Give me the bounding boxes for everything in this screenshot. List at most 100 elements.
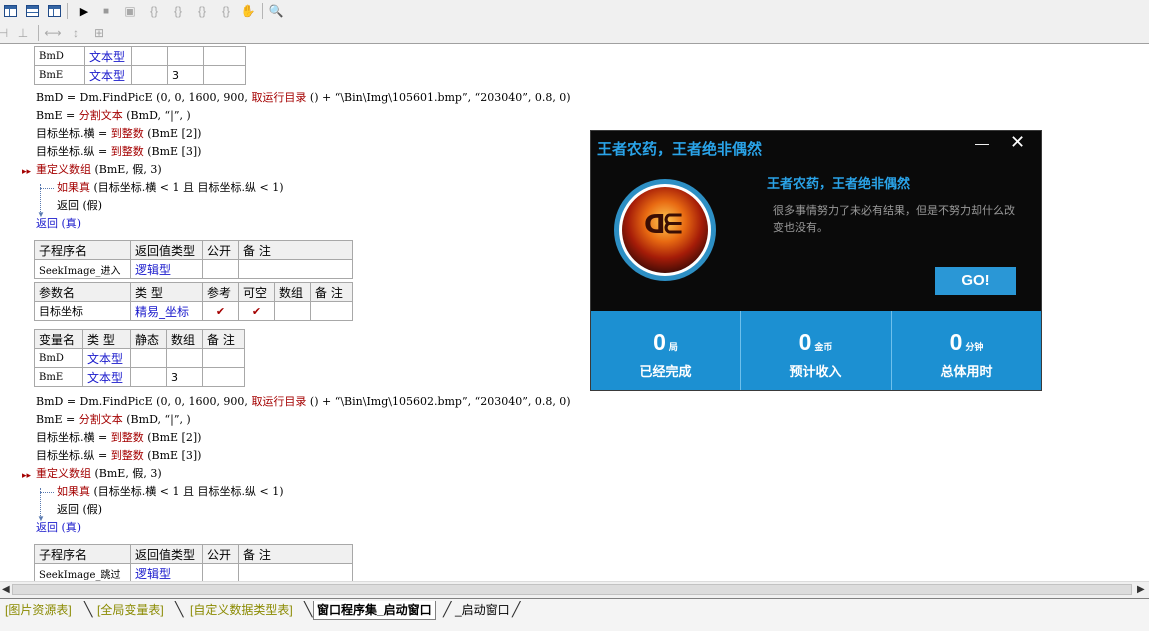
- run-icon[interactable]: ▶: [75, 2, 93, 20]
- align-center-icon[interactable]: ⊥: [14, 24, 32, 42]
- table-header-row: 变量名 类 型 静态 数组 备 注: [34, 329, 245, 349]
- same-size-icon[interactable]: ⊞: [90, 24, 108, 42]
- stat-value: 0: [653, 329, 666, 355]
- code-line[interactable]: 重定义数组 (BmE, 假, 3): [36, 163, 162, 177]
- header-cell: 参考: [202, 282, 239, 302]
- window-layout-icon-1[interactable]: [1, 2, 19, 20]
- window-heading: 王者农药，王者绝非偶然: [767, 176, 911, 191]
- compile-icon[interactable]: ▣: [121, 2, 139, 20]
- close-button[interactable]: ✕: [1010, 132, 1025, 153]
- code-line[interactable]: BmE = 分割文本 (BmD, “|”, ): [36, 413, 191, 427]
- header-cell: 公开: [202, 240, 239, 260]
- code-line[interactable]: 返回 (假): [57, 199, 102, 213]
- app-window: 王者农药，王者绝非偶然 — ✕ 王者农药，王者绝非偶然 很多事情努力了未必有结果…: [590, 130, 1042, 391]
- var-array-cell: [167, 46, 204, 66]
- avatar: [614, 179, 716, 281]
- header-cell: 静态: [130, 329, 167, 349]
- tab-startup-window[interactable]: _启动窗口: [452, 601, 513, 619]
- var-type-cell: 文本型: [84, 46, 132, 66]
- code-line[interactable]: 如果真 (目标坐标.横 < 1 且 目标坐标.纵 < 1): [57, 485, 283, 499]
- var-note-cell: [202, 367, 245, 387]
- code-line[interactable]: 目标坐标.纵 = 到整数 (BmE [3]): [36, 449, 201, 463]
- window-description: 很多事情努力了未必有结果，但是不努力却什么改变也没有。: [773, 205, 1015, 234]
- param-array-cell: [274, 301, 311, 321]
- code-line[interactable]: 目标坐标.纵 = 到整数 (BmE [3]): [36, 145, 201, 159]
- variable-table-2: 变量名 类 型 静态 数组 备 注 BmD 文本型 BmE 文本型 3: [34, 329, 245, 387]
- param-note-cell: [310, 301, 353, 321]
- table-row[interactable]: 目标坐标 精易_坐标 ✔ ✔: [34, 301, 353, 321]
- scroll-thumb[interactable]: [12, 584, 1132, 595]
- window-layout-icon-3[interactable]: [45, 2, 63, 20]
- var-static-cell: [131, 65, 168, 85]
- step-over-icon[interactable]: {}: [169, 2, 187, 20]
- param-type-cell: 精易_坐标: [130, 301, 203, 321]
- table-header-row: 子程序名 返回值类型 公开 备 注: [34, 240, 353, 260]
- hand-icon[interactable]: ✋: [239, 2, 257, 20]
- header-cell: 参数名: [34, 282, 131, 302]
- stop-icon[interactable]: ■: [97, 2, 115, 20]
- header-cell: 数组: [166, 329, 203, 349]
- subroutine-table-1: 子程序名 返回值类型 公开 备 注 SeekImage_进入 逻辑型: [34, 240, 353, 279]
- stat-label: 总体用时: [940, 364, 993, 379]
- code-line[interactable]: 重定义数组 (BmE, 假, 3): [36, 467, 162, 481]
- scroll-right-icon[interactable]: ▶: [1137, 584, 1145, 595]
- table-row[interactable]: SeekImage_跳过 逻辑型: [34, 563, 353, 581]
- code-line[interactable]: 返回 (真): [36, 521, 81, 535]
- code-line[interactable]: 返回 (真): [36, 217, 81, 231]
- stat-completed: 0局 已经完成: [591, 311, 740, 390]
- run-to-cursor-icon[interactable]: {}: [217, 2, 235, 20]
- header-cell: 备 注: [202, 329, 245, 349]
- find-icon[interactable]: 🔍: [267, 2, 285, 20]
- table-row[interactable]: SeekImage_进入 逻辑型: [34, 259, 353, 279]
- tab-window-program-set[interactable]: 窗口程序集_启动窗口: [313, 601, 436, 620]
- tab-custom-types[interactable]: [自定义数据类型表]: [187, 601, 296, 619]
- step-out-icon[interactable]: {}: [193, 2, 211, 20]
- sub-note-cell: [238, 259, 353, 279]
- same-width-icon[interactable]: ⟷: [44, 24, 62, 42]
- breakpoint-marker-icon[interactable]: ▸▸: [22, 470, 31, 481]
- header-cell: 备 注: [238, 544, 353, 564]
- var-static-cell: [131, 46, 168, 66]
- same-height-icon[interactable]: ↕: [67, 24, 85, 42]
- header-cell: 备 注: [238, 240, 353, 260]
- sub-public-cell: [202, 563, 239, 581]
- var-type-cell: 文本型: [82, 348, 131, 368]
- variable-table-1: BmD 文本型 BmE 文本型 3: [34, 46, 246, 85]
- explosion-image: [622, 187, 708, 273]
- code-line[interactable]: BmE = 分割文本 (BmD, “|”, ): [36, 109, 191, 123]
- table-row[interactable]: BmD 文本型: [34, 46, 246, 66]
- tab-image-resources[interactable]: [图片资源表]: [2, 601, 75, 619]
- parameter-table-1: 参数名 类 型 参考 可空 数组 备 注 目标坐标 精易_坐标 ✔ ✔: [34, 282, 353, 321]
- table-header-row: 参数名 类 型 参考 可空 数组 备 注: [34, 282, 353, 302]
- table-row[interactable]: BmE 文本型 3: [34, 65, 246, 85]
- code-line[interactable]: 如果真 (目标坐标.横 < 1 且 目标坐标.纵 < 1): [57, 181, 283, 195]
- nullable-check-icon[interactable]: ✔: [238, 301, 275, 321]
- window-layout-icon-2[interactable]: [23, 2, 41, 20]
- var-note-cell: [202, 348, 245, 368]
- code-line[interactable]: BmD = Dm.FindPicE (0, 0, 1600, 900, 取运行目…: [36, 91, 571, 105]
- align-left-icon[interactable]: ⊣: [0, 24, 12, 42]
- reference-check-icon[interactable]: ✔: [202, 301, 239, 321]
- table-row[interactable]: BmD 文本型: [34, 348, 245, 368]
- step-into-icon[interactable]: {}: [145, 2, 163, 20]
- stat-unit: 局: [668, 342, 678, 352]
- stat-value: 0: [798, 329, 812, 355]
- var-name-cell: BmD: [34, 348, 83, 368]
- header-cell: 类 型: [130, 282, 203, 302]
- var-array-cell: 3: [166, 367, 203, 387]
- scroll-left-icon[interactable]: ◀: [2, 584, 10, 595]
- tab-global-variables[interactable]: [全局变量表]: [94, 601, 167, 619]
- code-line[interactable]: 目标坐标.横 = 到整数 (BmE [2]): [36, 431, 201, 445]
- code-line[interactable]: BmD = Dm.FindPicE (0, 0, 1600, 900, 取运行目…: [36, 395, 571, 409]
- minimize-button[interactable]: —: [975, 135, 989, 151]
- go-button[interactable]: GO!: [935, 267, 1016, 295]
- var-name-cell: BmE: [34, 367, 83, 387]
- table-row[interactable]: BmE 文本型 3: [34, 367, 245, 387]
- code-line[interactable]: 返回 (假): [57, 503, 102, 517]
- breakpoint-marker-icon[interactable]: ▸▸: [22, 166, 31, 177]
- sub-return-type-cell: 逻辑型: [130, 563, 203, 581]
- var-note-cell: [203, 46, 246, 66]
- code-line[interactable]: 目标坐标.横 = 到整数 (BmE [2]): [36, 127, 201, 141]
- header-cell: 子程序名: [34, 240, 131, 260]
- horizontal-scrollbar[interactable]: ◀ ▶: [0, 581, 1149, 598]
